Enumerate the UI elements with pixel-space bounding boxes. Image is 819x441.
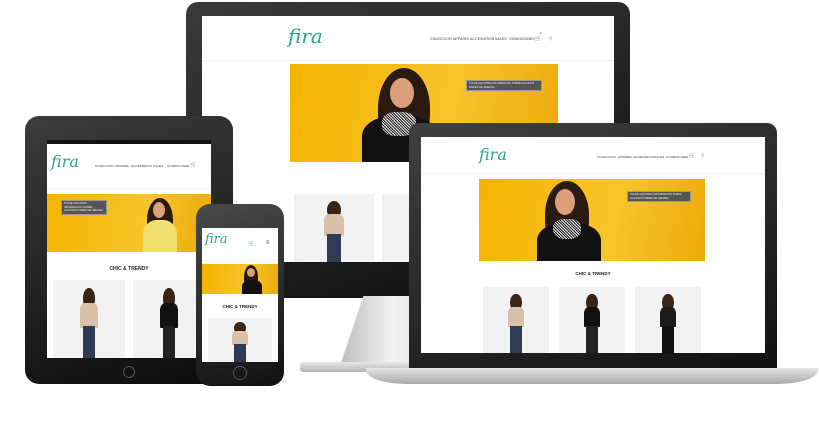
section-title: CHIC & TRENDY <box>222 304 258 309</box>
hero-banner[interactable] <box>202 264 278 294</box>
site-logo[interactable]: fira <box>205 232 228 247</box>
product-card[interactable] <box>133 280 205 358</box>
cart-icon[interactable]: 🛒 <box>190 162 196 168</box>
nav-apparel[interactable]: APPAREL <box>453 37 470 41</box>
search-icon[interactable]: ⚲ <box>549 36 553 42</box>
site-logo[interactable]: fira <box>479 145 507 164</box>
product-card[interactable] <box>208 318 272 362</box>
nav-condiciones[interactable]: CONDICIONES <box>666 155 688 159</box>
laptop-base <box>366 368 818 384</box>
nav-coleccion[interactable]: COLECCION <box>430 37 452 41</box>
site-header: fira 🛒 ≡ <box>202 228 278 261</box>
product-card[interactable] <box>635 287 701 353</box>
nav-coleccion[interactable]: COLECCION <box>597 155 616 159</box>
nav-condiciones[interactable]: CONDICIONES <box>509 37 535 41</box>
site-header: fira COLECCION APPAREL ACCESORIOS SALES … <box>421 137 765 174</box>
product-card[interactable] <box>53 280 125 358</box>
phone: fira 🛒 ≡ CHIC & TRENDY <box>196 204 284 386</box>
search-icon[interactable]: ⚲ <box>701 153 705 159</box>
nav-accesorios[interactable]: ACCESORIOS <box>131 164 152 168</box>
phone-home-button[interactable] <box>233 366 247 380</box>
section-title: CHIC & TRENDY <box>109 266 149 272</box>
nav-apparel[interactable]: APPAREL <box>618 155 632 159</box>
cart-count: 0 <box>540 31 542 35</box>
nav-apparel[interactable]: APPAREL <box>115 164 129 168</box>
site-logo[interactable]: fira <box>51 152 79 171</box>
site-header: fira COLECCION APPAREL ACCESORIOS SALES … <box>202 16 614 61</box>
site-header: fira COLECCION APPAREL ACCESORIOS SALES … <box>47 144 211 189</box>
product-card[interactable] <box>294 194 374 262</box>
product-card[interactable] <box>483 287 549 353</box>
banner-info-box[interactable]: PULSE AQUI PARA INFORMACION SOBRE ALGUNO… <box>61 200 107 215</box>
nav-condiciones[interactable]: CONDICIONES <box>167 164 189 168</box>
hero-banner[interactable]: PULSE AQUI PARA INFORMACION SOBRE ALGUNO… <box>47 194 211 252</box>
model-face <box>247 268 255 277</box>
model-face <box>555 189 575 215</box>
tablet-screen: fira COLECCION APPAREL ACCESORIOS SALES … <box>47 140 211 358</box>
nav-sales[interactable]: SALES <box>495 37 507 41</box>
nav-accesorios[interactable]: ACCESORIOS <box>470 37 494 41</box>
laptop: fira COLECCION APPAREL ACCESORIOS SALES … <box>409 123 777 371</box>
banner-info-box[interactable]: PULSE AQUI PARA INFORMACION SOBRE ALGUNO… <box>466 80 542 91</box>
phone-screen: fira 🛒 ≡ CHIC & TRENDY <box>202 228 278 362</box>
cart-icon[interactable]: 🛒 <box>535 36 541 42</box>
cart-icon[interactable]: 🛒 <box>248 241 254 247</box>
model-face <box>390 78 414 108</box>
tablet-home-button[interactable] <box>123 366 135 378</box>
hero-banner[interactable]: PULSE AQUI PARA INFORMACION SOBRE ALGUNO… <box>479 179 705 261</box>
nav-accesorios[interactable]: ACCESORIOS <box>633 155 654 159</box>
nav-sales[interactable]: SALES <box>153 164 163 168</box>
product-card[interactable] <box>559 287 625 353</box>
section-title: CHIC & TRENDY <box>575 271 611 276</box>
model-face <box>153 202 165 218</box>
banner-info-box[interactable]: PULSE AQUI PARA INFORMACION SOBRE ALGUNO… <box>627 191 691 202</box>
laptop-screen: fira COLECCION APPAREL ACCESORIOS SALES … <box>421 137 765 353</box>
cart-icon[interactable]: 🛒 <box>689 153 695 159</box>
site-logo[interactable]: fira <box>288 24 323 48</box>
nav-coleccion[interactable]: COLECCION <box>95 164 114 168</box>
nav-sales[interactable]: SALES <box>654 155 664 159</box>
menu-icon[interactable]: ≡ <box>266 240 270 246</box>
